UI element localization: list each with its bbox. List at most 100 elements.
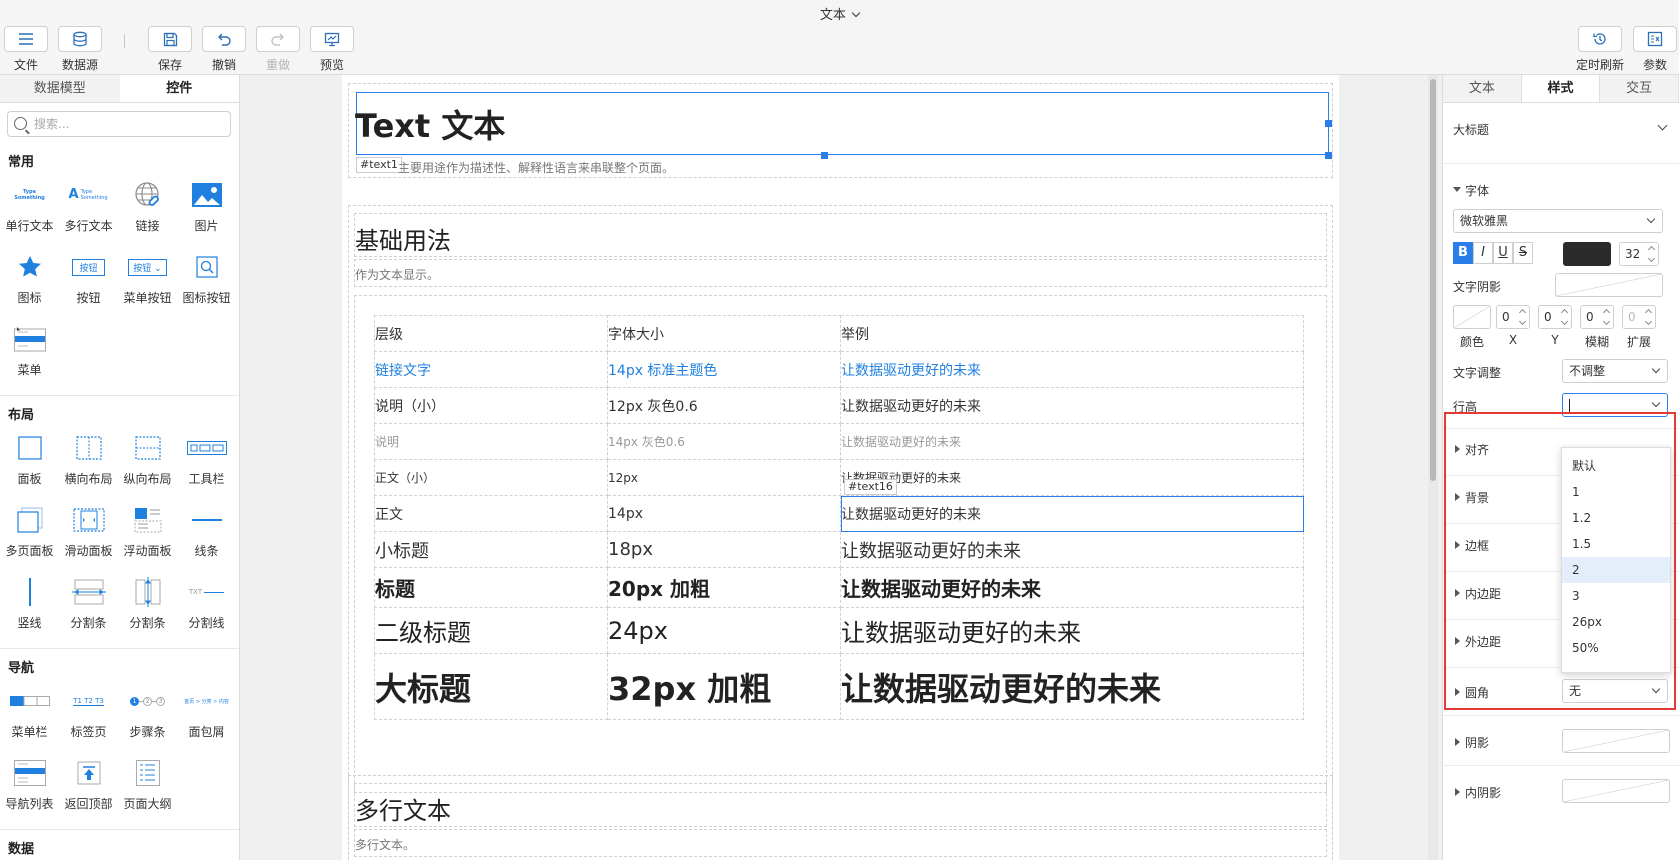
table-cell[interactable]: 14px 灰色0.6 bbox=[607, 423, 841, 460]
italic-button[interactable]: I bbox=[1473, 242, 1493, 264]
document-title[interactable]: 文本 bbox=[0, 4, 1679, 23]
shadow-picker[interactable] bbox=[1562, 729, 1670, 753]
basic-section-title[interactable]: 基础用法 bbox=[355, 221, 451, 256]
table-cell[interactable]: 让数据驱动更好的未来 bbox=[840, 351, 1304, 388]
font-color-swatch[interactable] bbox=[1563, 242, 1611, 266]
component-nav-list[interactable]: 导航列表 bbox=[0, 751, 59, 823]
multiline-section-desc[interactable]: 多行文本。 bbox=[355, 836, 415, 853]
component-page-outline[interactable]: 页面大纲 bbox=[118, 751, 177, 823]
table-cell[interactable]: 让数据驱动更好的未来 bbox=[840, 653, 1304, 720]
table-cell[interactable]: 20px 加粗 bbox=[607, 567, 841, 608]
component-icon-button[interactable]: 图标按钮 bbox=[177, 245, 236, 317]
font-section-header[interactable]: 字体 bbox=[1443, 182, 1679, 200]
component-float-panel[interactable]: 浮动面板 bbox=[118, 498, 177, 570]
inner-shadow-section-header[interactable]: 内阴影 bbox=[1443, 779, 1679, 805]
table-cell[interactable]: 让数据驱动更好的未来 bbox=[840, 387, 1304, 424]
component-line[interactable]: 线条 bbox=[177, 498, 236, 570]
multiline-section-title[interactable]: 多行文本 bbox=[355, 791, 451, 826]
timed-refresh-button[interactable]: 定时刷新 bbox=[1572, 26, 1628, 73]
canvas-scrollbar[interactable] bbox=[1428, 75, 1438, 860]
component-tabs[interactable]: T1 T2 T3 标签页 bbox=[59, 679, 118, 751]
table-header[interactable]: 层级 bbox=[374, 315, 608, 352]
component-divider[interactable]: TXT 分割线 bbox=[177, 570, 236, 642]
resize-handle[interactable] bbox=[1325, 120, 1332, 127]
strikethrough-button[interactable]: S bbox=[1513, 242, 1533, 264]
params-button[interactable]: 参数 bbox=[1631, 26, 1679, 73]
component-menubar[interactable]: 菜单栏 bbox=[0, 679, 59, 751]
table-cell[interactable]: 正文（小） bbox=[374, 459, 608, 496]
table-header[interactable]: 字体大小 bbox=[607, 315, 841, 352]
line-height-input[interactable] bbox=[1562, 393, 1668, 417]
component-vertical-line[interactable]: 竖线 bbox=[0, 570, 59, 642]
component-image[interactable]: 图片 bbox=[177, 173, 236, 245]
table-cell[interactable]: 18px bbox=[607, 531, 841, 568]
table-cell[interactable]: 说明（小） bbox=[374, 387, 608, 424]
page-surface[interactable]: Text 文本 #text1 主要用途作为描述性、解释性语言来串联整个页面。 基… bbox=[342, 75, 1339, 860]
component-steps[interactable]: 1 2 3 步骤条 bbox=[118, 679, 177, 751]
dropdown-option-highlighted[interactable]: 2 bbox=[1562, 557, 1670, 583]
table-cell[interactable]: 24px bbox=[607, 607, 841, 654]
preview-button[interactable]: 预览 bbox=[308, 26, 356, 73]
component-menu[interactable]: 菜单 bbox=[0, 317, 59, 389]
resize-handle[interactable] bbox=[1325, 152, 1332, 159]
table-cell[interactable]: 链接文字 bbox=[374, 351, 608, 388]
table-cell[interactable]: 正文 bbox=[374, 495, 608, 532]
table-cell[interactable]: 让数据驱动更好的未来 bbox=[840, 607, 1304, 654]
dropdown-option[interactable]: 1.2 bbox=[1562, 505, 1670, 531]
bold-button[interactable]: B bbox=[1453, 242, 1473, 264]
component-menu-button[interactable]: 按钮 ⌄ 菜单按钮 bbox=[118, 245, 177, 317]
component-panel[interactable]: 面板 bbox=[0, 426, 59, 498]
table-cell[interactable]: 说明 bbox=[374, 423, 608, 460]
font-family-select[interactable]: 微软雅黑 bbox=[1453, 209, 1663, 233]
shadow-spread-input[interactable]: 0 bbox=[1622, 305, 1656, 329]
file-button[interactable]: 文件 bbox=[2, 26, 50, 73]
component-link[interactable]: 链接 bbox=[118, 173, 177, 245]
component-button[interactable]: 按钮 按钮 bbox=[59, 245, 118, 317]
undo-button[interactable]: 撤销 bbox=[200, 26, 248, 73]
table-header[interactable]: 举例 bbox=[840, 315, 1304, 352]
dropdown-option[interactable]: 26px bbox=[1562, 609, 1670, 635]
component-breadcrumb[interactable]: 首页 > 分类 > 内容 面包屑 bbox=[177, 679, 236, 751]
tab-interaction[interactable]: 交互 bbox=[1600, 75, 1679, 102]
component-single-line-text[interactable]: Type Something 单行文本 bbox=[0, 173, 59, 245]
inner-shadow-picker[interactable] bbox=[1562, 779, 1670, 803]
search-input[interactable] bbox=[34, 114, 224, 134]
style-preset-row[interactable]: 大标题 bbox=[1443, 117, 1679, 145]
dropdown-option[interactable]: 50% bbox=[1562, 635, 1670, 661]
basic-section-desc[interactable]: 作为文本显示。 bbox=[355, 266, 439, 283]
table-cell[interactable]: 让数据驱动更好的未来 bbox=[840, 459, 1304, 496]
underline-button[interactable]: U bbox=[1493, 242, 1513, 264]
table-cell[interactable]: 14px bbox=[607, 495, 841, 532]
text-adjust-select[interactable]: 不调整 bbox=[1562, 359, 1668, 383]
radius-section-header[interactable]: 圆角 无 bbox=[1443, 679, 1679, 705]
dropdown-option[interactable]: 1.5 bbox=[1562, 531, 1670, 557]
design-canvas[interactable]: Text 文本 #text1 主要用途作为描述性、解释性语言来串联整个页面。 基… bbox=[241, 75, 1438, 860]
shadow-color-picker[interactable] bbox=[1453, 305, 1491, 329]
component-slide-panel[interactable]: 滑动面板 bbox=[59, 498, 118, 570]
component-toolbar[interactable]: 工具栏 bbox=[177, 426, 236, 498]
table-cell[interactable]: 14px 标准主题色 bbox=[607, 351, 841, 388]
table-cell[interactable]: 12px 灰色0.6 bbox=[607, 387, 841, 424]
radius-select[interactable]: 无 bbox=[1562, 679, 1668, 703]
scrollbar-thumb[interactable] bbox=[1430, 79, 1436, 481]
font-size-input[interactable]: 32 bbox=[1619, 242, 1659, 266]
save-button[interactable]: 保存 bbox=[146, 26, 194, 73]
component-splitter-horizontal[interactable]: 分割条 bbox=[59, 570, 118, 642]
component-multi-page-panel[interactable]: 多页面板 bbox=[0, 498, 59, 570]
component-multi-line-text[interactable]: A Type Something 多行文本 bbox=[59, 173, 118, 245]
component-vertical-layout[interactable]: 纵向布局 bbox=[118, 426, 177, 498]
table-cell-selected[interactable]: 让数据驱动更好的未来 bbox=[840, 495, 1304, 532]
datasource-button[interactable]: 数据源 bbox=[56, 26, 104, 73]
component-back-to-top[interactable]: 返回顶部 bbox=[59, 751, 118, 823]
table-cell[interactable]: 让数据驱动更好的未来 bbox=[840, 567, 1304, 608]
tab-style[interactable]: 样式 bbox=[1521, 75, 1601, 102]
component-splitter-vertical[interactable]: 分割条 bbox=[118, 570, 177, 642]
tab-data-model[interactable]: 数据模型 bbox=[0, 75, 120, 102]
table-cell[interactable]: 二级标题 bbox=[374, 607, 608, 654]
title-description[interactable]: 主要用途作为描述性、解释性语言来串联整个页面。 bbox=[398, 159, 674, 176]
redo-button[interactable]: 重做 bbox=[254, 26, 302, 73]
text-shadow-picker[interactable] bbox=[1555, 273, 1663, 297]
tab-components[interactable]: 控件 bbox=[119, 75, 239, 102]
shadow-blur-input[interactable]: 0 bbox=[1580, 305, 1614, 329]
component-icon[interactable]: 图标 bbox=[0, 245, 59, 317]
